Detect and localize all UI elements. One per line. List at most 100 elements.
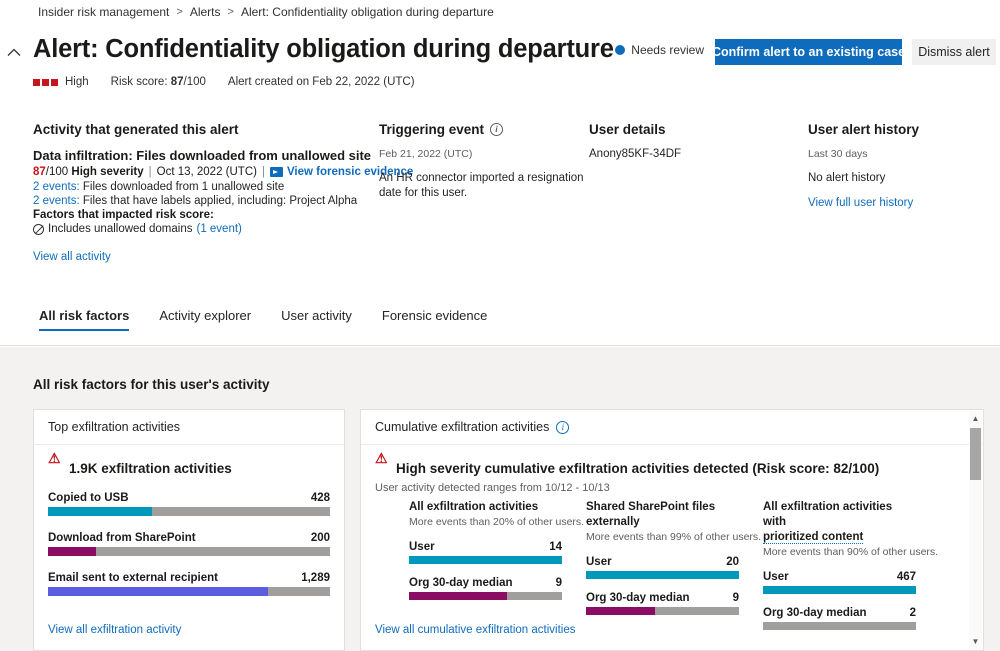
- bar-fill: [586, 607, 655, 615]
- user-details-heading: User details: [589, 122, 799, 137]
- event-text: Files that have labels applied, includin…: [83, 195, 357, 207]
- bar-track: [763, 622, 916, 630]
- scrollbar-thumb[interactable]: [970, 428, 981, 480]
- triggering-event-description: An HR connector imported a resignation d…: [379, 171, 584, 201]
- severity-label: High: [65, 76, 89, 88]
- metric-subtitle: More events than 90% of other users.: [763, 546, 916, 558]
- bar-value: 9: [556, 577, 562, 589]
- bar-fill: [48, 587, 268, 596]
- card-body: 1.9K exfiltration activities Copied to U…: [34, 445, 344, 596]
- activity-date: Oct 13, 2022 (UTC): [157, 166, 257, 178]
- bar-value: 1,289: [301, 572, 330, 584]
- bar-value: 2: [910, 607, 916, 619]
- bar-track: [409, 556, 562, 564]
- bar-item: Org 30-day median 9: [409, 577, 562, 600]
- tab-activity-explorer[interactable]: Activity explorer: [144, 308, 266, 331]
- bar-label-row: Org 30-day median 9: [409, 577, 562, 589]
- risk-factor-text: Includes unallowed domains: [48, 223, 192, 235]
- confirm-alert-button[interactable]: Confirm alert to an existing case: [715, 39, 902, 65]
- event-count-link[interactable]: 2 events:: [33, 195, 80, 207]
- bar-label-row: Email sent to external recipient 1,289: [48, 572, 330, 584]
- activity-event-row: 2 events: Files that have labels applied…: [33, 195, 378, 207]
- bar-label: Copied to USB: [48, 492, 129, 504]
- bar-value: 467: [897, 571, 916, 583]
- card-header-label: Top exfiltration activities: [48, 420, 180, 434]
- bar-item: User 14: [409, 541, 562, 564]
- user-alert-history-heading: User alert history: [808, 122, 998, 137]
- blocked-domain-icon: [33, 224, 44, 235]
- view-all-cumulative-exfiltration-activities-link[interactable]: View all cumulative exfiltration activit…: [375, 624, 575, 636]
- metric-group-shared-sharepoint-files-externally: Shared SharePoint files externally More …: [586, 500, 739, 630]
- bar-label-row: User 20: [586, 556, 739, 568]
- view-all-activity-link[interactable]: View all activity: [33, 251, 111, 263]
- activity-heading: Activity that generated this alert: [33, 122, 378, 137]
- info-icon[interactable]: i: [490, 123, 503, 136]
- metric-title: All exfiltration activities with priorit…: [763, 500, 916, 545]
- bar-fill: [409, 592, 507, 600]
- breadcrumb-separator-icon: >: [228, 6, 234, 18]
- metric-title: Shared SharePoint files externally: [586, 500, 739, 530]
- activity-score-total: /100: [46, 166, 68, 178]
- metric-title: All exfiltration activities: [409, 500, 562, 515]
- cumulative-exfiltration-activities-card: Cumulative exfiltration activities i Hig…: [360, 409, 984, 651]
- event-count-link[interactable]: 2 events:: [33, 181, 80, 193]
- breadcrumb-separator-icon: >: [176, 6, 182, 18]
- alert-detail-header-panel: Insider risk management > Alerts > Alert…: [0, 0, 1000, 346]
- bar-item: Org 30-day median 9: [586, 592, 739, 615]
- bar-fill: [586, 571, 739, 579]
- bar-label: User: [586, 556, 612, 568]
- event-text: Files downloaded from 1 unallowed site: [83, 181, 284, 193]
- exfiltration-summary-label: 1.9K exfiltration activities: [69, 461, 232, 476]
- triggering-event-heading: Triggering event: [379, 122, 484, 137]
- top-exfiltration-activities-card: Top exfiltration activities 1.9K exfiltr…: [33, 409, 345, 651]
- user-alert-history-column: User alert history Last 30 days No alert…: [808, 122, 998, 209]
- section-title: All risk factors for this user's activit…: [33, 377, 270, 392]
- bar-label: User: [409, 541, 435, 553]
- dismiss-alert-button[interactable]: Dismiss alert: [912, 39, 996, 65]
- info-icon[interactable]: i: [556, 421, 569, 434]
- risk-factor-row: Includes unallowed domains (1 event): [33, 223, 378, 235]
- bar-label: Org 30-day median: [763, 607, 867, 619]
- scroll-up-arrow-icon[interactable]: ▲: [969, 411, 982, 426]
- bar-fill: [409, 556, 562, 564]
- scroll-down-arrow-icon[interactable]: ▼: [969, 634, 982, 649]
- bar-item: Email sent to external recipient 1,289: [48, 572, 330, 596]
- metric-groups: All exfiltration activities More events …: [409, 500, 916, 630]
- card-body: High severity cumulative exfiltration ac…: [361, 445, 983, 494]
- status-badge: Needs review: [615, 43, 704, 57]
- bar-value: 200: [311, 532, 330, 544]
- bar-track: [48, 587, 330, 596]
- bar-value: 20: [726, 556, 739, 568]
- tab-user-activity[interactable]: User activity: [266, 308, 367, 331]
- metric-subtitle: More events than 20% of other users.: [409, 516, 562, 528]
- warning-triangle-icon: [48, 463, 62, 475]
- bar-label-row: Org 30-day median 9: [586, 592, 739, 604]
- risk-score-total: /100: [184, 76, 206, 88]
- user-id-value: Anony85KF-34DF: [589, 148, 799, 160]
- exfiltration-summary-row: 1.9K exfiltration activities: [48, 461, 330, 476]
- user-alert-history-status: No alert history: [808, 171, 998, 186]
- metric-title-line2[interactable]: prioritized content: [763, 531, 863, 544]
- page-title: Alert: Confidentiality obligation during…: [33, 35, 614, 64]
- view-full-user-history-link[interactable]: View full user history: [808, 197, 998, 209]
- vertical-scrollbar[interactable]: ▲ ▼: [969, 411, 982, 649]
- bar-track: [586, 571, 739, 579]
- card-header: Cumulative exfiltration activities i: [361, 410, 983, 445]
- risk-factors-label: Factors that impacted risk score:: [33, 209, 378, 221]
- bar-item: User 467: [763, 571, 916, 594]
- tab-forensic-evidence[interactable]: Forensic evidence: [367, 308, 503, 331]
- risk-factor-event-link[interactable]: (1 event): [196, 223, 241, 235]
- breadcrumb-item-insider-risk-management[interactable]: Insider risk management: [38, 5, 169, 19]
- bar-label: Download from SharePoint: [48, 532, 196, 544]
- risk-score-label: Risk score:: [111, 76, 168, 88]
- bar-label-row: Org 30-day median 2: [763, 607, 916, 619]
- view-all-exfiltration-activity-link[interactable]: View all exfiltration activity: [48, 624, 181, 636]
- warning-triangle-icon: [375, 463, 389, 475]
- bar-track: [763, 586, 916, 594]
- risk-factors-section: All risk factors for this user's activit…: [0, 347, 1000, 651]
- tab-all-risk-factors[interactable]: All risk factors: [33, 308, 144, 331]
- bar-track: [48, 507, 330, 516]
- breadcrumb-item-alerts[interactable]: Alerts: [190, 5, 221, 19]
- chevron-up-icon[interactable]: [3, 41, 25, 63]
- bar-label-row: Download from SharePoint 200: [48, 532, 330, 544]
